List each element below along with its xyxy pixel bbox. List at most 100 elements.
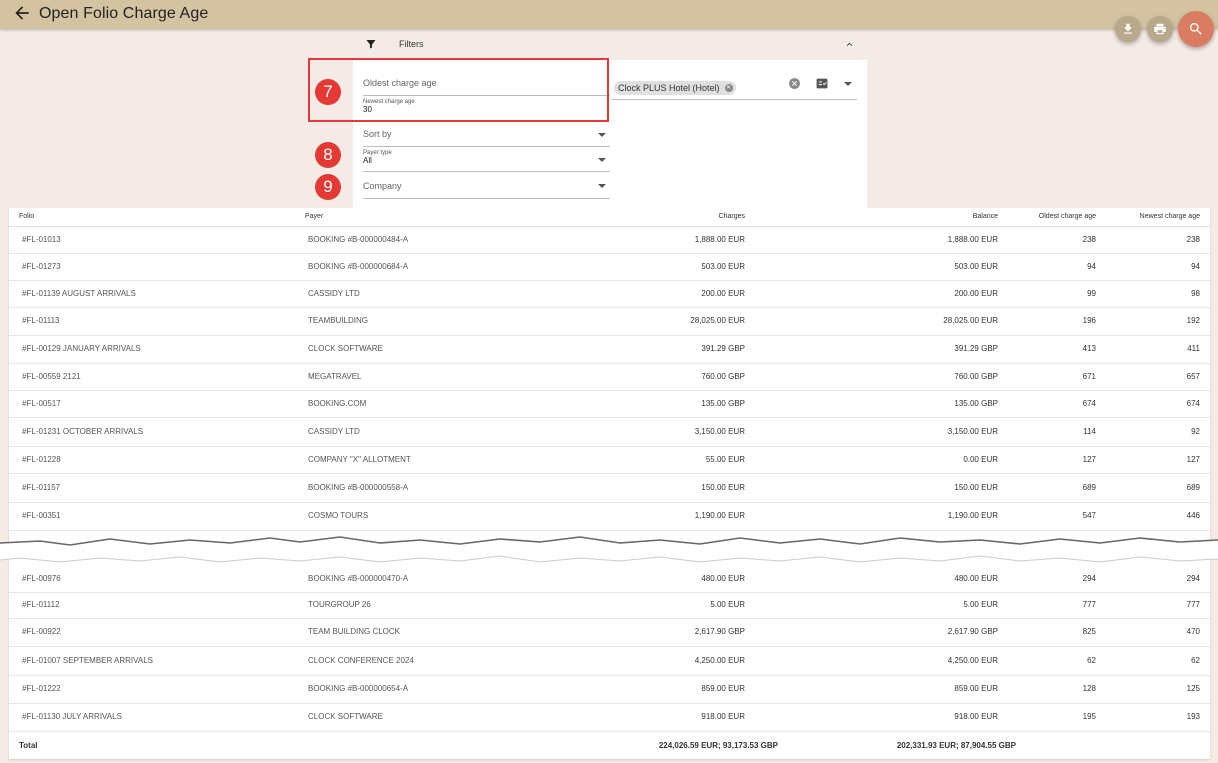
folio-cell[interactable]: #FL-00922 bbox=[22, 627, 61, 636]
charges-cell: 150.00 EUR bbox=[701, 483, 745, 492]
payer-cell[interactable]: CASSIDY LTD bbox=[308, 289, 360, 298]
table-row[interactable]: #FL-01130 JULY ARRIVALS CLOCK SOFTWARE 918… bbox=[9, 703, 1210, 732]
newest-charge-age-cell: 62 bbox=[1191, 656, 1200, 665]
folio-cell[interactable]: #FL-01007 SEPTEMBER ARRIVALS bbox=[22, 656, 153, 665]
dropdown-arrow-icon bbox=[598, 133, 606, 137]
chevron-up-icon[interactable] bbox=[844, 39, 855, 50]
back-arrow-icon[interactable] bbox=[12, 3, 32, 23]
payer-cell[interactable]: TEAM BUILDING CLOCK bbox=[308, 627, 400, 636]
newest-charge-age-cell: 127 bbox=[1186, 455, 1200, 464]
payer-cell[interactable]: TEAMBUILDING bbox=[308, 316, 368, 325]
newest-charge-age-cell: 777 bbox=[1186, 600, 1200, 609]
search-button[interactable] bbox=[1178, 11, 1214, 47]
charges-cell: 3,150.00 EUR bbox=[694, 427, 745, 436]
payer-cell[interactable]: TOURGROUP 26 bbox=[308, 600, 371, 609]
table-row[interactable]: #FL-01013 BOOKING #B-000000484-A 1,888.00 … bbox=[9, 227, 1210, 254]
folio-cell[interactable]: #FL-01139 AUGUST ARRIVALS bbox=[22, 289, 136, 298]
charges-cell: 135.00 GBP bbox=[701, 399, 745, 408]
payer-cell[interactable]: CLOCK CONFERENCE 2024 bbox=[308, 656, 414, 665]
oldest-charge-age-cell: 294 bbox=[1082, 574, 1096, 583]
print-button[interactable] bbox=[1147, 16, 1173, 42]
table-row[interactable]: #FL-00129 JANUARY ARRIVALS CLOCK SOFTWARE… bbox=[9, 335, 1210, 364]
table-row[interactable]: #FL-00517 BOOKING.COM 135.00 GBP 135.00 GBP… bbox=[9, 390, 1210, 418]
filters-header[interactable]: Filters bbox=[360, 36, 860, 54]
balance-cell: 1,888.00 EUR bbox=[947, 235, 998, 244]
checklist-icon[interactable] bbox=[815, 77, 829, 90]
table-row[interactable]: #FL-01113 TEAMBUILDING 28,025.00 EUR 28,025… bbox=[9, 307, 1210, 336]
payer-cell[interactable]: BOOKING #B-000000654-A bbox=[308, 684, 408, 693]
property-chip-label: Clock PLUS Hotel (Hotel) bbox=[618, 83, 720, 93]
charges-cell: 55.00 EUR bbox=[705, 455, 745, 464]
payer-cell[interactable]: BOOKING #B-000000558-A bbox=[308, 483, 408, 492]
oldest-charge-age-cell: 127 bbox=[1082, 455, 1096, 464]
oldest-charge-age-cell: 99 bbox=[1087, 289, 1096, 298]
payer-cell[interactable]: CLOCK SOFTWARE bbox=[308, 344, 383, 353]
payer-cell[interactable]: MEGATRAVEL bbox=[308, 372, 362, 381]
newest-charge-age-cell: 411 bbox=[1187, 344, 1200, 353]
dropdown-arrow-icon[interactable] bbox=[844, 82, 852, 86]
payer-cell[interactable]: CLOCK SOFTWARE bbox=[308, 712, 383, 721]
property-chip[interactable]: Clock PLUS Hotel (Hotel) ✕ bbox=[614, 81, 736, 95]
oldest-charge-age-cell: 689 bbox=[1082, 483, 1096, 492]
total-row: Total 224,026.59 EUR; 93,173.53 GBP 202,33… bbox=[9, 733, 1210, 759]
total-balance: 202,331.93 EUR; 87,904.55 GBP bbox=[896, 741, 1016, 750]
company-label: Company bbox=[363, 181, 402, 191]
table-row[interactable]: #FL-01231 OCTOBER ARRIVALS CASSIDY LTD 3,1… bbox=[9, 417, 1210, 447]
table-row[interactable]: #FL-01139 AUGUST ARRIVALS CASSIDY LTD 200.… bbox=[9, 280, 1210, 308]
download-button[interactable] bbox=[1115, 16, 1141, 42]
folio-cell[interactable]: #FL-00129 JANUARY ARRIVALS bbox=[22, 344, 141, 353]
charges-cell: 2,617.90 GBP bbox=[694, 627, 745, 636]
sort-by-select[interactable]: Sort by bbox=[363, 125, 610, 147]
folio-cell[interactable]: #FL-00976 bbox=[22, 574, 61, 583]
folio-cell[interactable]: #FL-01231 OCTOBER ARRIVALS bbox=[22, 427, 143, 436]
oldest-charge-age-cell: 128 bbox=[1082, 684, 1096, 693]
folio-cell[interactable]: #FL-01228 bbox=[22, 455, 61, 464]
folio-cell[interactable]: #FL-00559 2121 bbox=[22, 372, 81, 381]
col-payer[interactable]: Payer bbox=[305, 213, 323, 220]
folio-cell[interactable]: #FL-01157 bbox=[22, 483, 60, 492]
payer-cell[interactable]: CASSIDY LTD bbox=[308, 427, 360, 436]
table-row[interactable]: #FL-01112 TOURGROUP 26 5.00 EUR 5.00 EUR 777… bbox=[9, 592, 1210, 619]
payer-cell[interactable]: COSMO TOURS bbox=[308, 511, 368, 520]
charges-cell: 859.00 EUR bbox=[701, 684, 745, 693]
company-select[interactable]: Company bbox=[363, 177, 610, 199]
clear-icon[interactable] bbox=[788, 77, 801, 90]
table-row[interactable]: #FL-00922 TEAM BUILDING CLOCK 2,617.90 GBP… bbox=[9, 618, 1210, 647]
chip-remove-icon[interactable]: ✕ bbox=[724, 84, 733, 92]
folio-cell[interactable]: #FL-00517 bbox=[22, 399, 61, 408]
folio-cell[interactable]: #FL-01222 bbox=[22, 684, 61, 693]
table-row[interactable]: #FL-01273 BOOKING #B-000000684-A 503.00 EU… bbox=[9, 253, 1210, 281]
folio-cell[interactable]: #FL-01273 bbox=[22, 262, 61, 271]
newest-charge-age-cell: 294 bbox=[1186, 574, 1200, 583]
folio-cell[interactable]: #FL-00351 bbox=[22, 511, 61, 520]
table-row[interactable]: #FL-00559 2121 MEGATRAVEL 760.00 GBP 760.00… bbox=[9, 363, 1210, 391]
col-oldest-charge-age[interactable]: Oldest charge age bbox=[1039, 213, 1096, 220]
folio-cell[interactable]: #FL-01130 JULY ARRIVALS bbox=[22, 712, 122, 721]
payer-cell[interactable]: BOOKING #B-000000684-A bbox=[308, 262, 408, 271]
folio-cell[interactable]: #FL-01013 bbox=[22, 235, 61, 244]
col-charges[interactable]: Charges bbox=[719, 213, 745, 220]
payer-cell[interactable]: BOOKING #B-000000484-A bbox=[308, 235, 408, 244]
filter-icon bbox=[366, 40, 376, 49]
property-select[interactable]: Clock PLUS Hotel (Hotel) ✕ bbox=[612, 77, 857, 100]
balance-cell: 859.00 EUR bbox=[954, 684, 998, 693]
payer-cell[interactable]: BOOKING.COM bbox=[308, 399, 366, 408]
print-icon bbox=[1154, 23, 1166, 35]
table-row[interactable]: #FL-01228 COMPANY "X" ALLOTMENT 55.00 EUR 0… bbox=[9, 446, 1210, 474]
payer-type-select[interactable]: Payer type All bbox=[363, 150, 610, 172]
col-newest-charge-age[interactable]: Newest charge age bbox=[1140, 213, 1200, 220]
oldest-charge-age-cell: 94 bbox=[1087, 262, 1096, 271]
filters-label: Filters bbox=[399, 39, 424, 49]
col-folio[interactable]: Folio bbox=[19, 213, 34, 220]
col-balance[interactable]: Balance bbox=[973, 213, 998, 220]
folio-cell[interactable]: #FL-01112 bbox=[22, 600, 60, 609]
oldest-charge-age-cell: 413 bbox=[1082, 344, 1096, 353]
payer-cell[interactable]: COMPANY "X" ALLOTMENT bbox=[308, 455, 411, 464]
folio-cell[interactable]: #FL-01113 bbox=[22, 316, 60, 325]
table-row[interactable]: #FL-01222 BOOKING #B-000000654-A 859.00 EU… bbox=[9, 675, 1210, 704]
balance-cell: 391.29 GBP bbox=[954, 344, 998, 353]
balance-cell: 760.00 GBP bbox=[954, 372, 998, 381]
table-row[interactable]: #FL-01007 SEPTEMBER ARRIVALS CLOCK CONFER… bbox=[9, 646, 1210, 676]
payer-cell[interactable]: BOOKING #B-000000470-A bbox=[308, 574, 408, 583]
table-row[interactable]: #FL-01157 BOOKING #B-000000558-A 150.00 EU… bbox=[9, 473, 1210, 503]
